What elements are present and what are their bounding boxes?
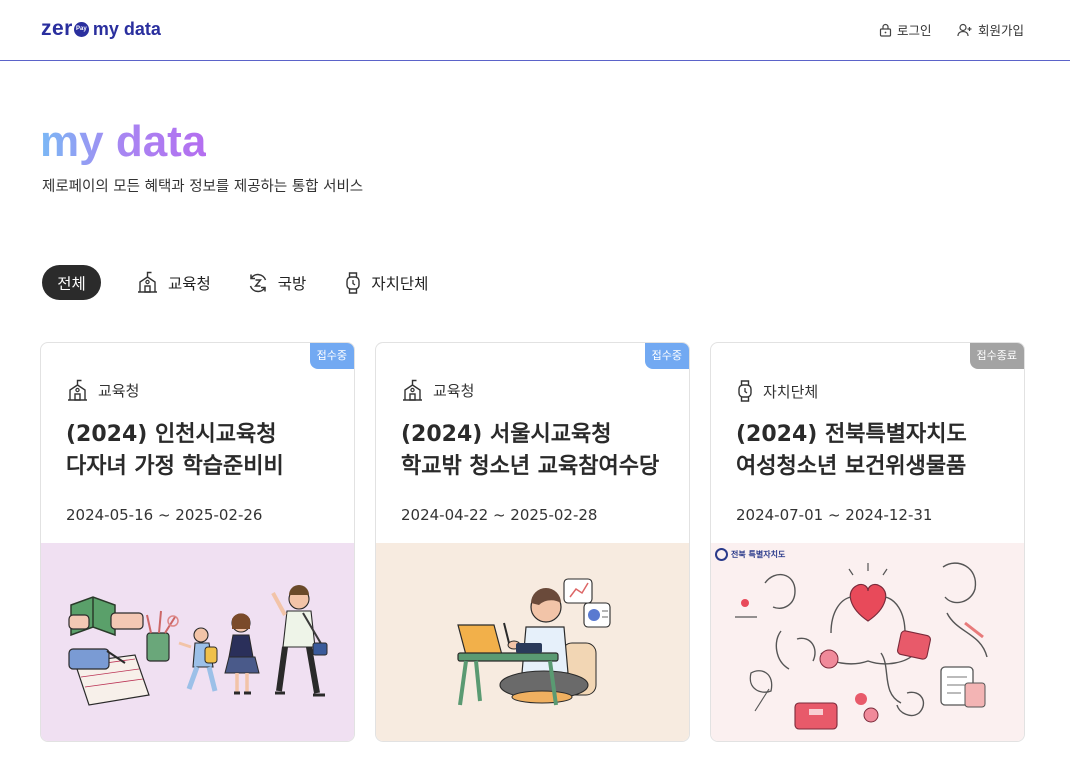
watch-icon — [738, 380, 752, 402]
benefit-card[interactable]: 접수중 교육청 (2024) 서울시교육청 학교밖 청소년 교육참여수당 202… — [375, 342, 690, 742]
watch-icon — [346, 271, 361, 294]
benefit-card[interactable]: 접수종료 자치단체 (2024) 전북특별자치도 여성청소년 보건위생물품 20… — [710, 342, 1025, 742]
card-title-line1: (2024) 인천시교육청 — [66, 422, 277, 447]
filter-local-label: 자치단체 — [371, 274, 429, 293]
card-title-line2: 학교밖 청소년 교육참여수당 — [401, 454, 660, 479]
jeonbuk-seal-logo: 전북 특별자치도 — [715, 548, 785, 561]
card-category: 교육청 — [66, 379, 139, 402]
zeropay-mydata-logo[interactable]: zer Pay my data — [41, 17, 161, 41]
filter-defense-chip[interactable]: 국방 — [247, 265, 307, 300]
filter-all-label: 전체 — [57, 274, 86, 293]
status-badge: 접수종료 — [969, 343, 1024, 369]
card-illustration-study — [376, 543, 689, 741]
status-badge: 접수중 — [309, 343, 354, 369]
status-badge: 접수중 — [644, 343, 689, 369]
card-category-label: 교육청 — [98, 382, 140, 400]
card-date-range: 2024-05-16 ~ 2025-02-26 — [66, 506, 263, 524]
card-date-range: 2024-04-22 ~ 2025-02-28 — [401, 506, 598, 524]
card-category: 자치단체 — [736, 379, 818, 403]
card-illustration-students — [41, 543, 354, 741]
card-category-label: 자치단체 — [763, 382, 819, 401]
logo-mydata-text: my data — [92, 18, 161, 39]
logo-zero-text: zer — [41, 17, 73, 40]
filter-education-chip[interactable]: 교육청 — [136, 265, 211, 300]
signup-link[interactable]: 회원가입 — [957, 20, 1024, 39]
school-icon — [403, 379, 422, 401]
filter-local-chip[interactable]: 자치단체 — [344, 265, 428, 300]
page-title: my data — [40, 114, 206, 170]
logo-pay-badge: Pay — [73, 21, 89, 37]
category-filter-bar: 전체 교육청 국방 자치단체 — [42, 265, 428, 300]
add-user-icon — [957, 23, 972, 36]
filter-education-label: 교육청 — [168, 274, 211, 293]
login-label: 로그인 — [897, 23, 932, 38]
signup-label: 회원가입 — [978, 23, 1025, 38]
card-title-line2: 여성청소년 보건위생물품 — [736, 454, 967, 479]
card-date-range: 2024-07-01 ~ 2024-12-31 — [736, 506, 933, 524]
login-link[interactable]: 로그인 — [879, 20, 932, 39]
card-title-line1: (2024) 서울시교육청 — [401, 422, 612, 447]
cycle-icon — [249, 273, 266, 292]
seal-text: 전북 특별자치도 — [731, 550, 786, 559]
card-category: 교육청 — [401, 379, 474, 402]
card-title-line2: 다자녀 가정 학습준비비 — [66, 454, 284, 479]
filter-defense-label: 국방 — [277, 274, 307, 293]
page-subtitle: 제로페이의 모든 혜택과 정보를 제공하는 통합 서비스 — [42, 179, 364, 195]
benefit-card[interactable]: 접수중 교육청 (2024) 인천시교육청 다자녀 가정 학습준비비 2024-… — [40, 342, 355, 742]
card-title: (2024) 인천시교육청 다자녀 가정 학습준비비 — [66, 419, 346, 483]
card-category-label: 교육청 — [433, 382, 475, 400]
card-illustration-care: 전북 특별자치도 — [711, 543, 1024, 741]
card-title-line1: (2024) 전북특별자치도 — [736, 422, 967, 447]
top-header: zer Pay my data 로그인 회원가입 — [0, 0, 1070, 61]
card-title: (2024) 전북특별자치도 여성청소년 보건위생물품 — [736, 419, 1016, 483]
lock-icon — [879, 23, 892, 37]
card-title: (2024) 서울시교육청 학교밖 청소년 교육참여수당 — [401, 419, 681, 483]
school-icon — [68, 379, 87, 401]
school-icon — [138, 271, 157, 293]
filter-all-chip[interactable]: 전체 — [42, 265, 101, 300]
